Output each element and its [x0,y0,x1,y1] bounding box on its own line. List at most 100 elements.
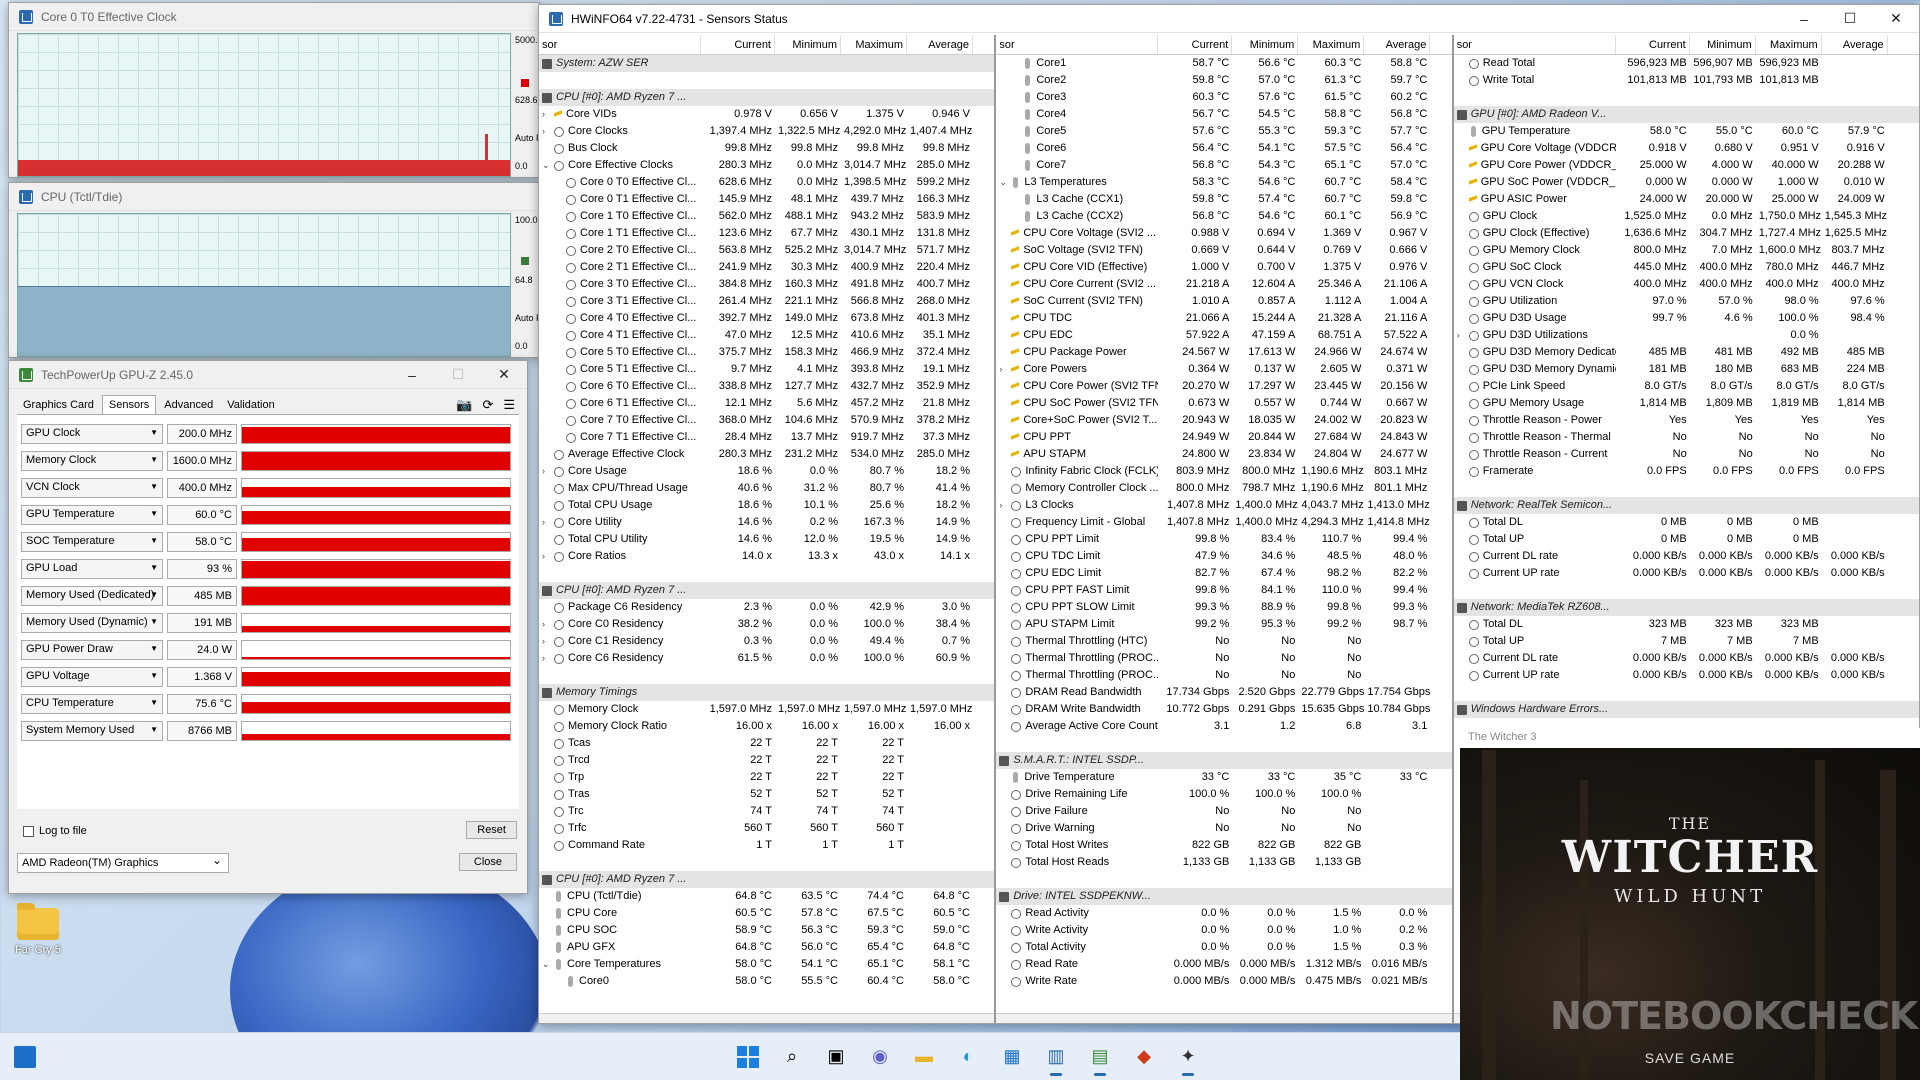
sensor-row[interactable]: Total CPU Usage 18.6 % 10.1 % 25.6 % 18.2 % [539,497,994,514]
sensor-row[interactable]: Core 1 T0 Effective Cl... 562.0 MHz 488.1 … [539,208,994,225]
expand-icon[interactable]: › [1457,327,1467,344]
sensor-row[interactable]: CPU Core VID (Effective) 1.000 V 0.700 V 1.… [996,259,1451,276]
sensor-row[interactable]: CPU PPT Limit 99.8 % 83.4 % 110.7 % 99.4 % [996,531,1451,548]
close-icon[interactable]: ✕ [481,361,527,389]
sensor-row[interactable]: › Core C1 Residency 0.3 % 0.0 % 49.4 % 0.7 % [539,633,994,650]
sensor-row[interactable]: Core 4 T0 Effective Cl... 392.7 MHz 149.0 … [539,310,994,327]
gpuz-sensor-name[interactable]: Memory Used (Dynamic) [21,612,163,633]
sensor-group-header[interactable]: CPU [#0]: AMD Ryzen 7 ... [539,582,995,599]
sensor-row[interactable]: Trc 74 T 74 T 74 T [539,803,994,820]
camera-icon[interactable]: 📷 [456,397,472,413]
sensor-row[interactable]: L3 Cache (CCX1) 59.8 °C 57.4 °C 60.7 °C 59.8… [996,191,1451,208]
gpuz-sensor-name[interactable]: Memory Used (Dedicated) [21,585,163,606]
gpuz-sensor-name[interactable]: VCN Clock [21,477,163,498]
sensor-row[interactable]: Core6 56.4 °C 54.1 °C 57.5 °C 56.4 °C [996,140,1451,157]
gpuz-titlebar[interactable]: TechPowerUp GPU-Z 2.45.0 – ☐ ✕ [9,361,527,389]
sensor-row[interactable]: Core 6 T0 Effective Cl... 338.8 MHz 127.7 … [539,378,994,395]
maximize-icon[interactable]: ☐ [1827,5,1873,33]
expand-icon[interactable]: › [542,633,552,650]
sensor-row[interactable]: Write Activity 0.0 % 0.0 % 1.0 % 0.2 % [996,922,1451,939]
sensor-group-header[interactable]: Network: MediaTek RZ608... [1453,599,1919,616]
sensor-row[interactable]: Current DL rate 0.000 KB/s 0.000 KB/s 0.000… [1454,650,1919,667]
sensor-row[interactable]: Trfc 560 T 560 T 560 T [539,820,994,837]
sensor-row[interactable]: Core4 56.7 °C 54.5 °C 58.8 °C 56.8 °C [996,106,1451,123]
sensor-row[interactable]: Core3 60.3 °C 57.6 °C 61.5 °C 60.2 °C [996,89,1451,106]
witcher-taskbar-icon[interactable]: ✦ [1172,1041,1204,1076]
sensor-row[interactable]: Core 4 T1 Effective Cl... 47.0 MHz 12.5 MH… [539,327,994,344]
horizontal-scrollbar[interactable] [539,1013,995,1023]
sensor-row[interactable]: CPU TDC 21.066 A 15.244 A 21.328 A 21.116 A [996,310,1451,327]
expand-icon[interactable]: › [542,616,552,633]
sensor-row[interactable]: Average Effective Clock 280.3 MHz 231.2 MH… [539,446,994,463]
sensor-row[interactable]: CPU SOC 58.9 °C 56.3 °C 59.3 °C 59.0 °C [539,922,994,939]
sensor-row[interactable]: Total Activity 0.0 % 0.0 % 1.5 % 0.3 % [996,939,1451,956]
sensor-row[interactable]: Core7 56.8 °C 54.3 °C 65.1 °C 57.0 °C [996,157,1451,174]
sensor-row[interactable]: Bus Clock 99.8 MHz 99.8 MHz 99.8 MHz 99.8 MH… [539,140,994,157]
sensor-row[interactable]: › Core C6 Residency 61.5 % 0.0 % 100.0 % 60.9… [539,650,994,667]
gpuz-taskbar-icon[interactable]: ▤ [1084,1041,1116,1076]
edge-icon[interactable]: ◐ [952,1041,984,1073]
sensor-row[interactable]: Core0 58.0 °C 55.5 °C 60.4 °C 58.0 °C [539,973,994,990]
sensor-group-header[interactable]: CPU [#0]: AMD Ryzen 7 ... [539,871,995,888]
sensor-row[interactable]: Core 0 T1 Effective Cl... 145.9 MHz 48.1 M… [539,191,994,208]
sensor-row[interactable]: Memory Clock Ratio 16.00 x 16.00 x 16.00 x 1… [539,718,994,735]
column-header[interactable]: Minimum [1232,35,1299,54]
expand-icon[interactable]: › [542,123,552,140]
sensor-row[interactable]: GPU ASIC Power 24.000 W 20.000 W 25.000 W 24… [1454,191,1919,208]
sensor-row[interactable]: Drive Remaining Life 100.0 % 100.0 % 100.0 … [996,786,1451,803]
sensor-row[interactable]: CPU SoC Power (SVI2 TFN) 0.673 W 0.557 W 0.… [996,395,1451,412]
expand-icon[interactable]: › [542,548,552,565]
sensor-row[interactable]: Core 0 T0 Effective Cl... 628.6 MHz 0.0 MH… [539,174,994,191]
sensor-row[interactable]: Core 5 T1 Effective Cl... 9.7 MHz 4.1 MHz 3… [539,361,994,378]
horizontal-scrollbar[interactable] [996,1013,1452,1023]
sensor-row[interactable]: Total UP 0 MB 0 MB 0 MB [1454,531,1919,548]
sensor-group-header[interactable]: Drive: INTEL SSDPEKNW... [996,888,1452,905]
sensor-row[interactable]: › Core VIDs 0.978 V 0.656 V 1.375 V 0.946 V [539,106,994,123]
sensor-row[interactable]: Current UP rate 0.000 KB/s 0.000 KB/s 0.000… [1454,667,1919,684]
sensor-row[interactable]: CPU PPT SLOW Limit 99.3 % 88.9 % 99.8 % 99.3… [996,599,1451,616]
maximize-icon[interactable]: ☐ [435,361,481,389]
sensor-row[interactable]: Throttle Reason - Thermal No No No No [1454,429,1919,446]
sensor-row[interactable]: DRAM Read Bandwidth 17.734 Gbps 2.520 Gbps… [996,684,1451,701]
gpuz-sensor-name[interactable]: GPU Power Draw [21,639,163,660]
sensor-row[interactable]: Throttle Reason - Current No No No No [1454,446,1919,463]
sensor-row[interactable]: Core 6 T1 Effective Cl... 12.1 MHz 5.6 MHz… [539,395,994,412]
sensor-row[interactable]: Thermal Throttling (PROC... No No No [996,650,1451,667]
sensor-row[interactable]: Tcas 22 T 22 T 22 T [539,735,994,752]
gpuz-sensor-name[interactable]: GPU Clock [21,423,163,444]
sensor-pane-1[interactable]: sor Current Minimum Maximum Average System: A… [539,35,997,1023]
sensor-row[interactable]: Thermal Throttling (HTC) No No No [996,633,1451,650]
gpuz-sensor-name[interactable]: Memory Clock [21,450,163,471]
column-header[interactable]: sor [1454,35,1616,54]
expand-icon[interactable]: ⌄ [542,956,552,973]
sensor-group-header[interactable]: System: AZW SER [539,55,995,72]
gpu-device-select[interactable]: AMD Radeon(TM) Graphics [17,853,229,873]
column-header[interactable]: Maximum [841,35,907,54]
sensor-row[interactable]: Total DL 0 MB 0 MB 0 MB [1454,514,1919,531]
sensor-row[interactable]: GPU Core Voltage (VDDCR... 0.918 V 0.680 V… [1454,140,1919,157]
widgets-icon[interactable] [14,1045,36,1068]
refresh-icon[interactable]: ⟳ [482,397,493,413]
sensor-row[interactable]: Total CPU Utility 14.6 % 12.0 % 19.5 % 14.9 … [539,531,994,548]
column-header[interactable]: Current [701,35,775,54]
sensor-row[interactable]: Memory Controller Clock ... 800.0 MHz 798.… [996,480,1451,497]
file-explorer-icon[interactable]: ▬ [908,1041,940,1073]
sensor-row[interactable]: APU STAPM Limit 99.2 % 95.3 % 99.2 % 98.7 % [996,616,1451,633]
sensor-row[interactable]: GPU D3D Memory Dynamic 181 MB 180 MB 683 MB… [1454,361,1919,378]
sensor-row[interactable]: CPU Core Current (SVI2 ... 21.218 A 12.604… [996,276,1451,293]
sensor-row[interactable]: Memory Clock 1,597.0 MHz 1,597.0 MHz 1,597.… [539,701,994,718]
sensor-row[interactable]: Package C6 Residency 2.3 % 0.0 % 42.9 % 3.0 … [539,599,994,616]
close-icon[interactable]: ✕ [1873,5,1919,33]
sensor-row[interactable]: › Core Utility 14.6 % 0.2 % 167.3 % 14.9 % [539,514,994,531]
expand-icon[interactable]: › [999,361,1009,378]
expand-icon[interactable]: ⌄ [999,174,1009,191]
sensor-group-header[interactable]: Network: RealTek Semicon... [1453,497,1919,514]
sensor-row[interactable]: L3 Cache (CCX2) 56.8 °C 54.6 °C 60.1 °C 56.9… [996,208,1451,225]
sensor-group-header[interactable]: CPU [#0]: AMD Ryzen 7 ... [539,89,995,106]
graph-titlebar[interactable]: CPU (Tctl/Tdie) [9,183,539,211]
gpuz-sensor-name[interactable]: CPU Temperature [21,693,163,714]
column-header[interactable]: Maximum [1298,35,1365,54]
log-to-file-option[interactable]: Log to file [23,825,87,837]
column-header[interactable]: Current [1616,35,1690,54]
sensor-row[interactable]: Core 2 T0 Effective Cl... 563.8 MHz 525.2 … [539,242,994,259]
